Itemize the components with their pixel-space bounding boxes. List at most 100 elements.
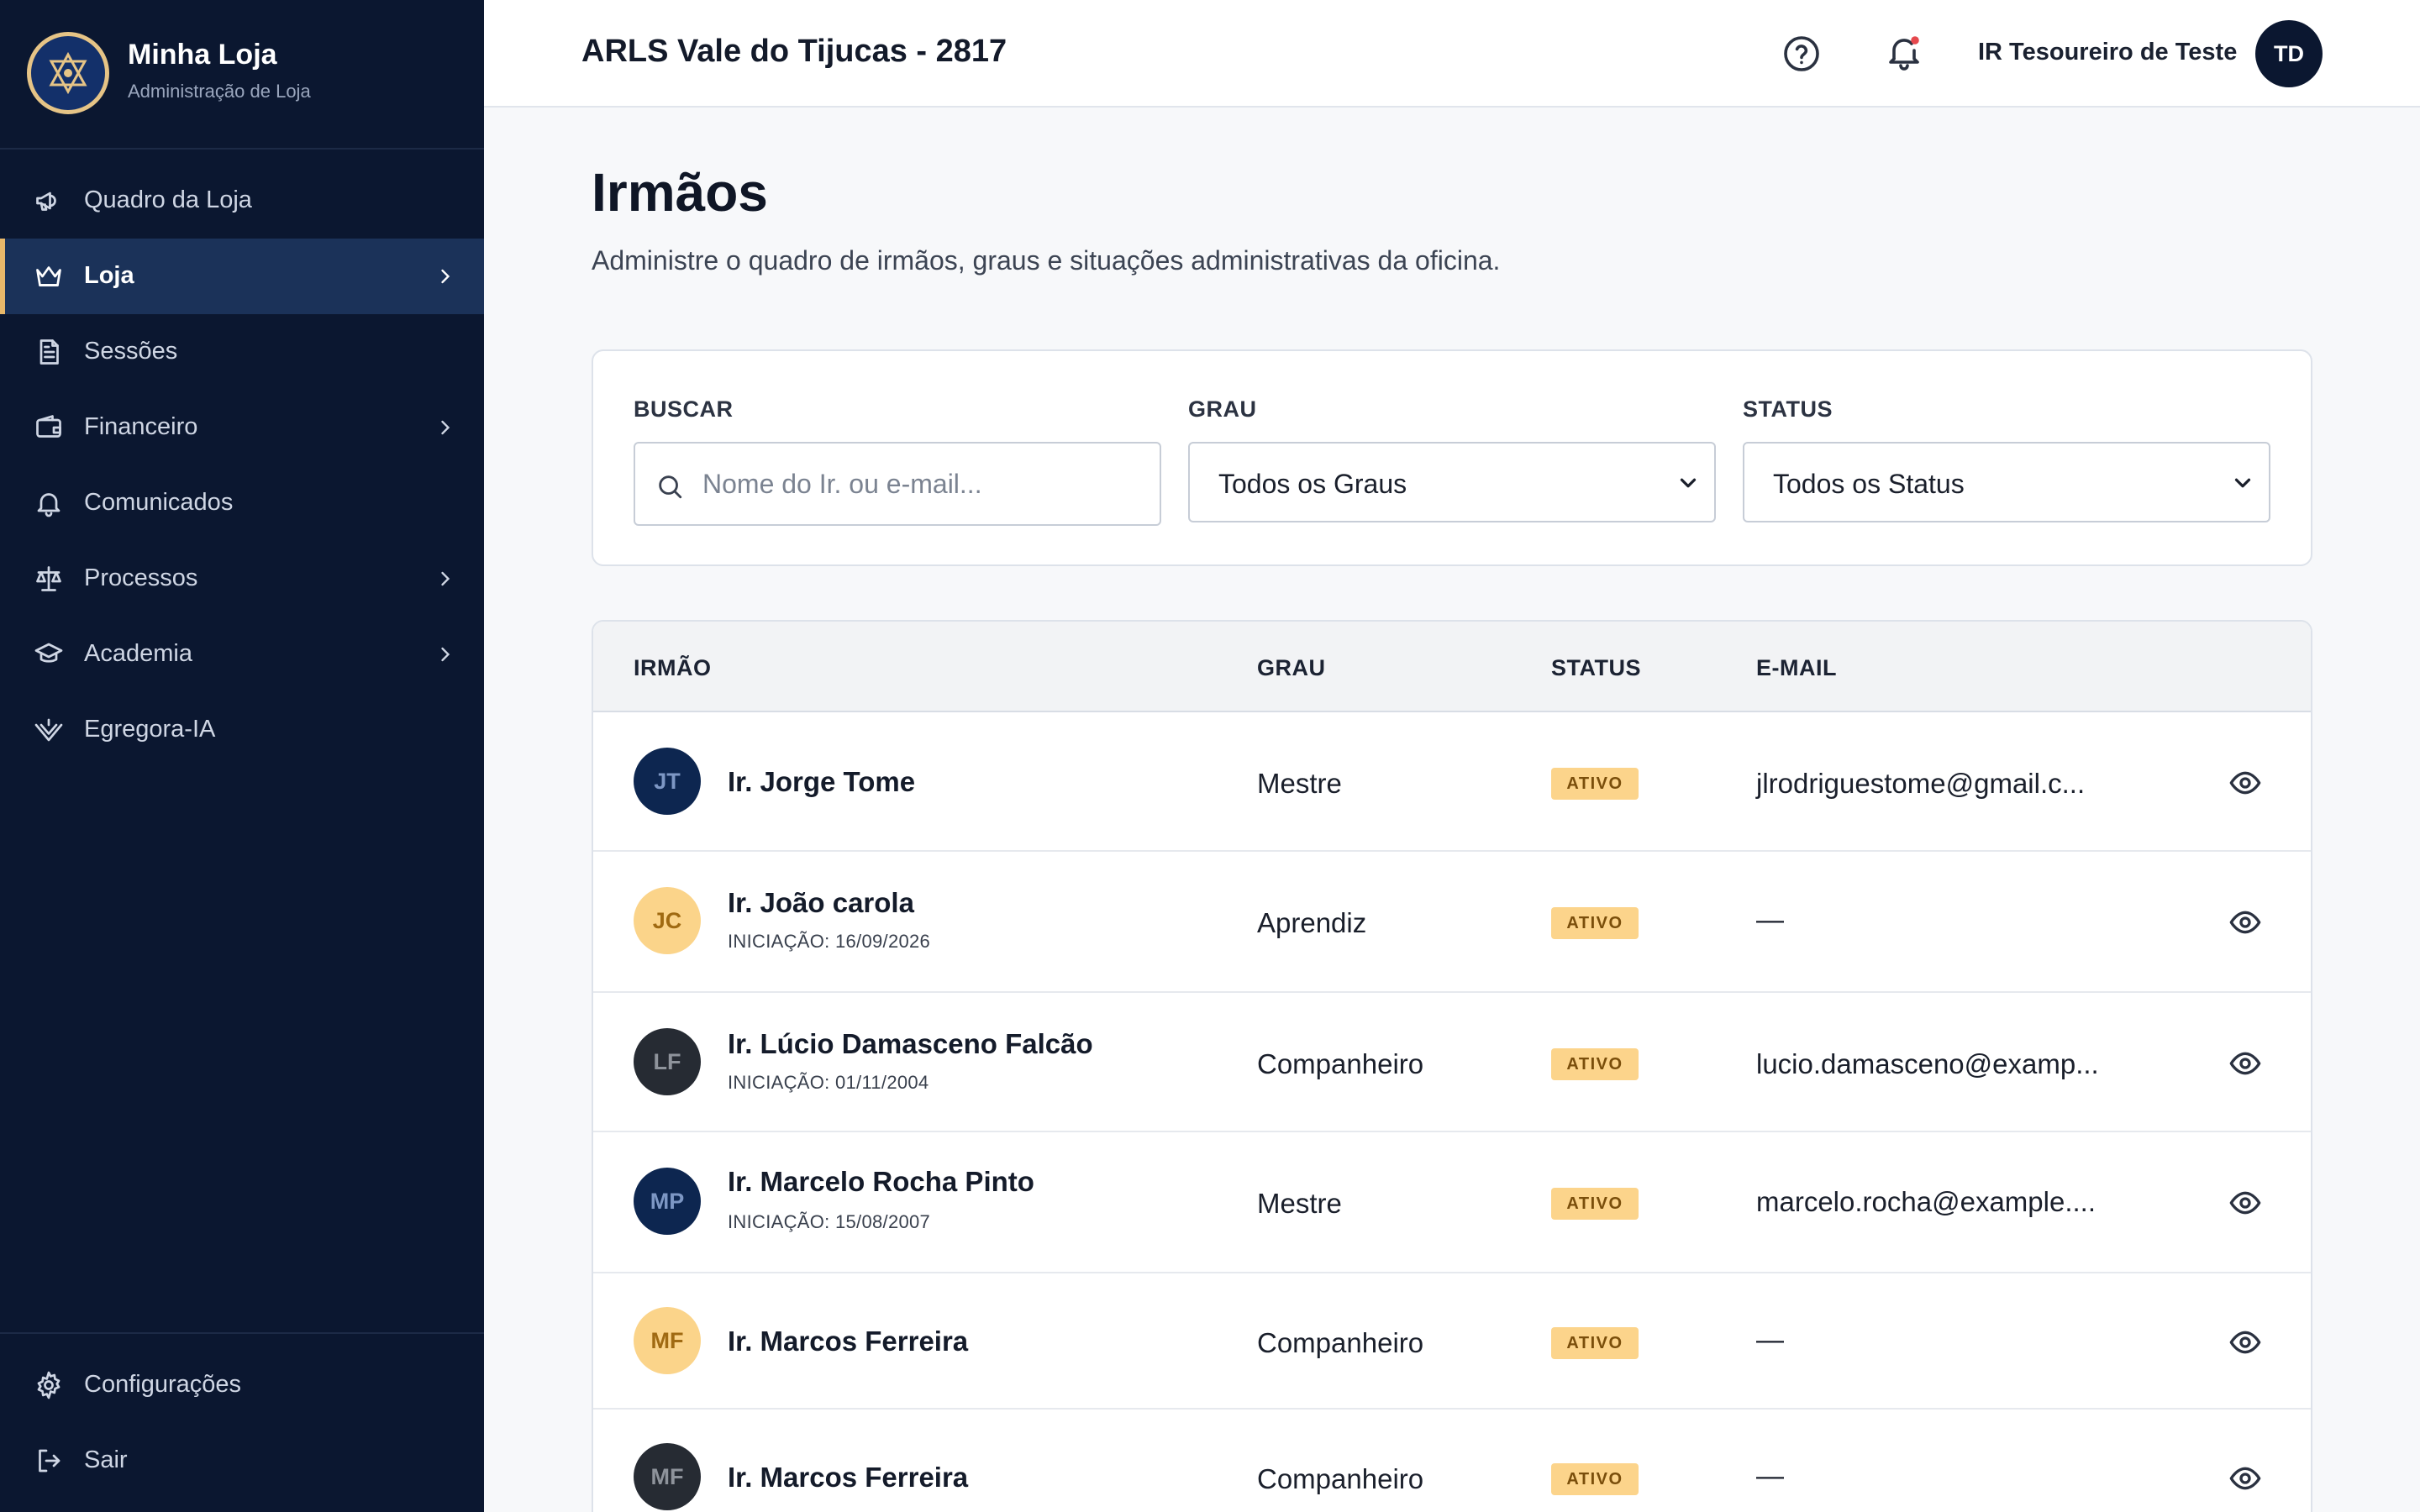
chevron-right-icon xyxy=(441,571,450,586)
sidebar-item-egregora-ia[interactable]: Egregora-IA xyxy=(0,692,484,768)
wallet-icon xyxy=(36,415,61,438)
sidebar-footer: Configurações Sair xyxy=(0,1332,484,1512)
sidebar: Minha Loja Administração de Loja Quadro … xyxy=(0,0,484,1512)
sidebar-item-label: Processos xyxy=(84,564,198,591)
sidebar-item-label: Financeiro xyxy=(84,413,198,440)
member-avatar: MF xyxy=(634,1307,701,1374)
document-icon xyxy=(39,339,59,365)
sidebar-item-processos[interactable]: Processos xyxy=(0,541,484,617)
search-label: BUSCAR xyxy=(634,396,734,422)
bell-icon xyxy=(37,493,60,517)
status-badge: ATIVO xyxy=(1551,907,1639,939)
view-eye-icon[interactable] xyxy=(2228,1326,2262,1359)
help-icon[interactable] xyxy=(1781,34,1822,74)
grau-select[interactable]: Todos os Graus xyxy=(1188,442,1716,522)
table-header: IRMÃO GRAU STATUS E-MAIL xyxy=(593,622,2311,712)
user-avatar[interactable]: TD xyxy=(2255,20,2323,87)
column-header-irmao[interactable]: IRMÃO xyxy=(634,655,712,681)
table-row[interactable]: JC Ir. João carola INICIAÇÃO: 16/09/2026… xyxy=(593,852,2311,993)
sidebar-item-sair[interactable]: Sair xyxy=(0,1423,484,1499)
status-select-value: Todos os Status xyxy=(1773,469,1965,499)
column-header-email[interactable]: E-MAIL xyxy=(1756,655,1837,681)
table-row[interactable]: LF Ir. Lúcio Damasceno Falcão INICIAÇÃO:… xyxy=(593,993,2311,1132)
sidebar-item-label: Comunicados xyxy=(84,489,234,516)
status-badge: ATIVO xyxy=(1551,1188,1639,1220)
member-grau: Companheiro xyxy=(1257,1463,1424,1494)
member-avatar: MF xyxy=(634,1443,701,1510)
sidebar-nav: Quadro da Loja Loja Sessões Financeiro C… xyxy=(0,163,484,768)
member-grau: Mestre xyxy=(1257,1188,1342,1219)
table-row[interactable]: MP Ir. Marcelo Rocha Pinto INICIAÇÃO: 15… xyxy=(593,1132,2311,1273)
sidebar-item-loja[interactable]: Loja xyxy=(0,239,484,314)
lodge-title: ARLS Vale do Tijucas - 2817 xyxy=(581,34,1007,69)
member-name[interactable]: Ir. Marcos Ferreira xyxy=(728,1462,968,1494)
status-badge: ATIVO xyxy=(1551,1048,1639,1080)
graduation-cap-icon xyxy=(34,643,63,663)
member-avatar: JT xyxy=(634,748,701,815)
member-grau: Companheiro xyxy=(1257,1327,1424,1358)
view-eye-icon[interactable] xyxy=(2228,906,2262,939)
user-name[interactable]: IR Tesoureiro de Teste xyxy=(1978,39,2237,66)
sidebar-item-label: Loja xyxy=(84,262,134,289)
view-eye-icon[interactable] xyxy=(2228,766,2262,800)
view-eye-icon[interactable] xyxy=(2228,1462,2262,1495)
sidebar-item-sessoes[interactable]: Sessões xyxy=(0,314,484,390)
sidebar-item-financeiro[interactable]: Financeiro xyxy=(0,390,484,465)
logout-icon xyxy=(39,1449,60,1473)
member-name[interactable]: Ir. Marcelo Rocha Pinto xyxy=(728,1166,1034,1198)
view-eye-icon[interactable] xyxy=(2228,1047,2262,1080)
sidebar-item-label: Sair xyxy=(84,1446,128,1473)
view-eye-icon[interactable] xyxy=(2228,1186,2262,1220)
member-email: jlrodriguestome@gmail.c... xyxy=(1756,768,2086,799)
sidebar-item-label: Sessões xyxy=(84,338,178,365)
member-initiation-date: INICIAÇÃO: 16/09/2026 xyxy=(728,931,931,952)
member-grau: Companheiro xyxy=(1257,1048,1424,1079)
member-name[interactable]: Ir. Marcos Ferreira xyxy=(728,1326,968,1357)
compass-icon xyxy=(34,718,63,742)
top-header: ARLS Vale do Tijucas - 2817 IR Tesoureir… xyxy=(484,0,2420,108)
lodge-logo-icon xyxy=(27,32,109,114)
sidebar-item-quadro-da-loja[interactable]: Quadro da Loja xyxy=(0,163,484,239)
table-row[interactable]: MF Ir. Marcos Ferreira Companheiro ATIVO… xyxy=(593,1273,2311,1410)
members-table: IRMÃO GRAU STATUS E-MAIL JT Ir. Jorge To… xyxy=(592,620,2312,1512)
page-title: Irmãos xyxy=(592,162,768,223)
sidebar-item-academia[interactable]: Academia xyxy=(0,617,484,692)
status-badge: ATIVO xyxy=(1551,1463,1639,1495)
member-avatar: JC xyxy=(634,887,701,954)
megaphone-icon xyxy=(36,192,56,211)
sidebar-item-label: Academia xyxy=(84,640,192,667)
sidebar-item-configuracoes[interactable]: Configurações xyxy=(0,1347,484,1423)
table-row[interactable]: JT Ir. Jorge Tome Mestre ATIVO jlrodrigu… xyxy=(593,714,2311,852)
column-header-grau[interactable]: GRAU xyxy=(1257,655,1326,681)
member-email: — xyxy=(1756,1460,1784,1491)
search-field[interactable] xyxy=(634,442,1161,526)
chevron-right-icon xyxy=(441,647,450,662)
member-email: — xyxy=(1756,1324,1784,1355)
brand-subtitle: Administração de Loja xyxy=(128,81,311,102)
member-avatar: MP xyxy=(634,1168,701,1235)
status-select[interactable]: Todos os Status xyxy=(1743,442,2270,522)
chevron-down-icon xyxy=(1680,478,1697,488)
column-header-status[interactable]: STATUS xyxy=(1551,655,1641,681)
sidebar-item-label: Egregora-IA xyxy=(84,716,216,743)
member-avatar: LF xyxy=(634,1028,701,1095)
sidebar-item-label: Quadro da Loja xyxy=(84,186,252,213)
member-name[interactable]: Ir. Jorge Tome xyxy=(728,766,915,798)
member-grau: Mestre xyxy=(1257,768,1342,799)
notification-bell-icon[interactable] xyxy=(1884,32,1924,72)
brand: Minha Loja Administração de Loja xyxy=(0,0,484,150)
member-name[interactable]: Ir. João carola xyxy=(728,887,914,919)
sidebar-item-comunicados[interactable]: Comunicados xyxy=(0,465,484,541)
member-initiation-date: INICIAÇÃO: 01/11/2004 xyxy=(728,1072,929,1093)
page-subtitle: Administre o quadro de irmãos, graus e s… xyxy=(592,245,1501,276)
member-email: lucio.damasceno@examp... xyxy=(1756,1048,2099,1079)
sidebar-item-label: Configurações xyxy=(84,1371,241,1398)
member-email: marcelo.rocha@example.... xyxy=(1756,1186,2096,1217)
status-label: STATUS xyxy=(1743,396,1833,422)
search-input[interactable] xyxy=(702,444,1148,524)
member-name[interactable]: Ir. Lúcio Damasceno Falcão xyxy=(728,1028,1093,1060)
chevron-right-icon xyxy=(441,269,450,284)
chevron-right-icon xyxy=(441,420,450,435)
scale-icon xyxy=(36,566,61,591)
table-row[interactable]: MF Ir. Marcos Ferreira Companheiro ATIVO… xyxy=(593,1410,2311,1512)
